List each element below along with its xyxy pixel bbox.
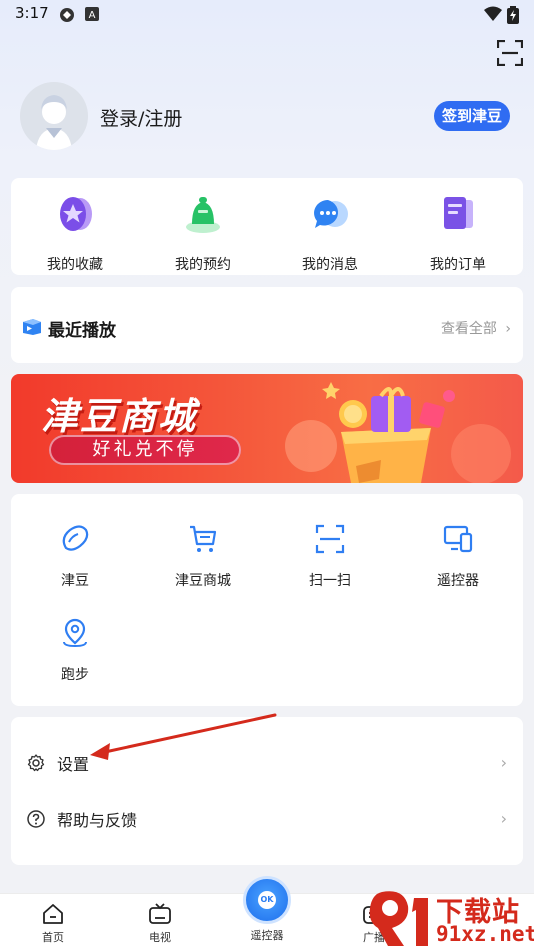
tool-scan[interactable]: 扫一扫 [280, 524, 380, 594]
tool-label: 津豆 [61, 573, 89, 589]
settings-card: 设置 › 帮助与反馈 › [11, 717, 523, 865]
tool-label: 扫一扫 [309, 573, 351, 589]
scan-icon[interactable] [497, 40, 523, 66]
banner-slogan: 好礼兑不停 [49, 435, 241, 465]
tv-icon [149, 903, 171, 924]
quick-links-card: 我的收藏 我的预约 我的消息 我的订单 [11, 178, 523, 275]
settings-row[interactable]: 设置 › [11, 738, 523, 788]
wifi-icon [484, 6, 502, 21]
avatar[interactable] [20, 82, 88, 150]
login-register-link[interactable]: 登录/注册 [100, 104, 182, 131]
gift-basket-illustration [285, 382, 511, 483]
tools-card: 津豆 津豆商城 扫一扫 遥控器 跑步 [11, 494, 523, 706]
reservation-bell-icon [186, 197, 220, 233]
play-box-icon [23, 319, 41, 335]
order-icon [444, 197, 473, 229]
chevron-right-icon: › [500, 809, 507, 828]
svg-text:A: A [89, 10, 96, 21]
chevron-right-icon: › [500, 753, 507, 772]
battery-icon [507, 6, 519, 24]
banner-title: 津豆商城 [41, 395, 197, 438]
nav-label: 首页 [42, 931, 64, 944]
a-notification-icon: A [85, 7, 99, 21]
cart-icon [190, 525, 217, 552]
remote-control-button[interactable]: OK [243, 876, 291, 924]
recent-playback-card: 最近播放 查看全部 › [11, 287, 523, 363]
tool-label: 遥控器 [437, 573, 479, 589]
profile-header: 登录/注册 签到津豆 [20, 82, 514, 150]
app-notification-icon [60, 8, 74, 22]
tool-running[interactable]: 跑步 [25, 618, 125, 688]
chevron-right-icon: › [505, 321, 511, 337]
nav-label: 电视 [149, 931, 171, 944]
quick-link-favorites[interactable]: 我的收藏 [35, 194, 115, 273]
message-bubble-icon [314, 200, 348, 228]
tool-mall[interactable]: 津豆商城 [153, 524, 253, 594]
site-watermark: 下载站 91xz.net [368, 888, 534, 950]
quick-link-label: 我的预约 [175, 257, 231, 273]
view-all-link[interactable]: 查看全部 › [441, 318, 511, 338]
bean-icon [62, 525, 89, 551]
ok-icon: OK [258, 891, 276, 909]
location-pin-icon [63, 618, 87, 648]
help-feedback-label: 帮助与反馈 [57, 811, 138, 830]
tool-bean[interactable]: 津豆 [25, 524, 125, 594]
quick-link-reservations[interactable]: 我的预约 [163, 194, 243, 273]
status-bar: 3:17 A [0, 0, 534, 30]
tool-label: 跑步 [61, 667, 89, 683]
quick-link-label: 我的订单 [430, 257, 486, 273]
home-icon [43, 904, 63, 924]
watermark-site: 91xz.net [436, 922, 534, 946]
tool-label: 津豆商城 [175, 573, 231, 589]
scan-icon [315, 524, 345, 554]
devices-icon [443, 525, 473, 553]
quick-link-label: 我的收藏 [47, 257, 103, 273]
nav-tv[interactable]: 电视 [130, 902, 190, 948]
quick-link-label: 我的消息 [302, 257, 358, 273]
help-icon [27, 810, 45, 828]
quick-link-orders[interactable]: 我的订单 [418, 194, 498, 273]
status-time: 3:17 [15, 4, 49, 22]
tool-remote[interactable]: 遥控器 [408, 524, 508, 594]
help-feedback-row[interactable]: 帮助与反馈 › [11, 794, 523, 844]
favorites-icon [60, 197, 92, 231]
nav-home[interactable]: 首页 [23, 902, 83, 948]
nav-label-remote: 遥控器 [250, 929, 284, 942]
watermark-logo [369, 891, 428, 946]
quick-link-messages[interactable]: 我的消息 [290, 194, 370, 273]
gear-icon [27, 754, 45, 772]
checkin-button[interactable]: 签到津豆 [433, 101, 510, 131]
recent-playback-title: 最近播放 [48, 321, 116, 341]
mall-banner[interactable]: 津豆商城 好礼兑不停 [11, 374, 523, 483]
settings-label: 设置 [57, 755, 90, 774]
view-all-label: 查看全部 [440, 321, 497, 337]
